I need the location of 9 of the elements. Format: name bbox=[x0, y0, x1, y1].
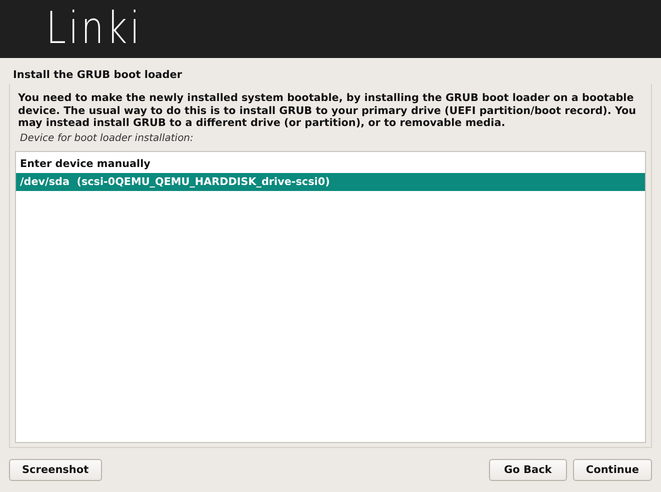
logo: Linki bbox=[46, 7, 142, 51]
go-back-button[interactable]: Go Back bbox=[488, 459, 567, 481]
device-list-item[interactable]: /dev/sda (scsi-0QEMU_QEMU_HARDDISK_drive-scsi0) bbox=[16, 172, 645, 190]
list-label: Device for boot loader installation: bbox=[19, 132, 194, 146]
device-list-item[interactable]: Enter device manually bbox=[16, 154, 645, 172]
screenshot-button[interactable]: Screenshot bbox=[9, 459, 102, 481]
page-title: Install the GRUB boot loader bbox=[12, 68, 184, 83]
continue-button[interactable]: Continue bbox=[572, 459, 652, 481]
description-text: You need to make the newly installed system bootable, by installing the GRUB boot loader on a bootable device. The usual way to do this is to install GRUB to your primary drive (UEFI partition/boot record). You may instead install GRUB to a different drive (or partition), or to removable media. bbox=[17, 91, 638, 130]
